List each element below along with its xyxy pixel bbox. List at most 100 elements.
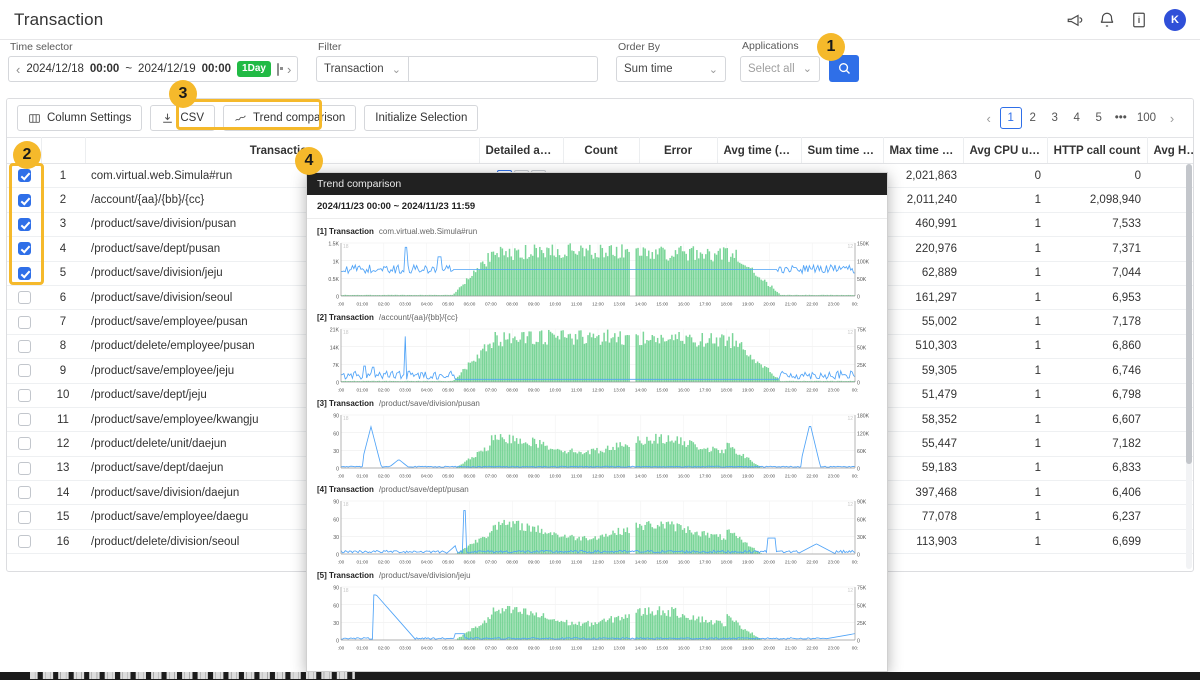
row-checkbox[interactable] [17, 461, 31, 475]
row-checkbox-cell[interactable] [7, 529, 41, 555]
order-by-select[interactable]: Sum time ⌄ [616, 56, 726, 82]
svg-text:1K: 1K [333, 259, 340, 265]
initialize-selection-button[interactable]: Initialize Selection [364, 105, 479, 131]
row-number: 13 [41, 456, 85, 482]
trend-chart-name: /product/save/dept/pusan [378, 485, 469, 494]
row-checkbox[interactable] [17, 242, 31, 256]
csv-button[interactable]: CSV [150, 105, 216, 131]
row-checkbox-cell[interactable] [7, 504, 41, 530]
svg-text:75K: 75K [857, 586, 867, 592]
row-checkbox-cell[interactable] [7, 261, 41, 286]
svg-text:90: 90 [333, 414, 339, 420]
row-number: 3 [41, 212, 85, 238]
header-avg-httl[interactable]: Avg HTTI [1147, 137, 1193, 164]
row-checkbox-cell[interactable] [7, 431, 41, 457]
row-checkbox[interactable] [17, 339, 31, 353]
avatar[interactable]: K [1164, 8, 1186, 31]
trend-comparison-button[interactable]: Trend comparison [223, 105, 357, 131]
calendar-icon[interactable] [276, 62, 283, 76]
header-transaction[interactable]: Transaction [85, 137, 480, 164]
svg-text:01:00: 01:00 [357, 302, 369, 307]
page-button-5[interactable]: 5 [1088, 107, 1110, 129]
row-checkbox-cell[interactable] [7, 456, 41, 482]
svg-text:12:00: 12:00 [592, 560, 604, 565]
header-sum-time[interactable]: Sum time (ms) [801, 137, 884, 164]
trend-chart-svg: 21K14K7K075K50K25K018 12:00 01:00 02:00 03:0… [315, 323, 881, 395]
filter-text-input[interactable] [408, 56, 598, 82]
column-settings-button[interactable]: Column Settings [17, 105, 143, 131]
row-checkbox[interactable] [17, 291, 31, 305]
table-scrollbar[interactable] [1186, 164, 1192, 569]
header-avg-time[interactable]: Avg time (ms) [717, 137, 802, 164]
row-avg-cpu-usage: 1 [963, 504, 1047, 530]
row-checkbox-cell[interactable] [7, 309, 41, 335]
time-selector[interactable]: ‹ 2024/12/18 00:00 ~ 2024/12/19 00:00 1D… [8, 56, 298, 82]
row-checkbox-cell[interactable] [7, 334, 41, 360]
page-button-3[interactable]: 3 [1044, 107, 1066, 129]
header-avg-cpu-usage[interactable]: Avg CPU usage [963, 137, 1048, 164]
row-checkbox-cell[interactable] [7, 285, 41, 311]
svg-text:18:00: 18:00 [721, 388, 733, 393]
page-next-button[interactable]: › [1161, 107, 1183, 129]
header-max-time[interactable]: Max time (ms) [883, 137, 964, 164]
header-detailed-analysis[interactable]: Detailed analys... [479, 137, 564, 164]
svg-text:16:00: 16:00 [678, 474, 690, 479]
page-button-2[interactable]: 2 [1022, 107, 1044, 129]
row-checkbox-cell[interactable] [7, 358, 41, 384]
header-count[interactable]: Count [563, 137, 640, 164]
svg-text::00: :00 [338, 302, 345, 307]
row-checkbox[interactable] [17, 510, 31, 524]
svg-text:23:00: 23:00 [828, 560, 840, 565]
svg-text:20:00: 20:00 [763, 388, 775, 393]
row-checkbox[interactable] [17, 364, 31, 378]
svg-text:60: 60 [333, 517, 339, 523]
svg-text:05:00: 05:00 [442, 302, 454, 307]
row-checkbox[interactable] [17, 315, 31, 329]
row-checkbox[interactable] [17, 388, 31, 402]
row-checkbox[interactable] [17, 169, 31, 183]
svg-text:15:00: 15:00 [656, 646, 668, 651]
row-checkbox[interactable] [17, 217, 31, 231]
row-checkbox-cell[interactable] [7, 212, 41, 238]
svg-text:18: 18 [343, 330, 349, 336]
bell-icon[interactable] [1098, 11, 1116, 29]
time-next-icon[interactable]: › [287, 63, 291, 76]
row-checkbox[interactable] [17, 486, 31, 500]
row-checkbox[interactable] [17, 266, 31, 280]
row-checkbox[interactable] [17, 193, 31, 207]
svg-text:12: 12 [847, 416, 853, 422]
page-prev-button[interactable]: ‹ [978, 107, 1000, 129]
time-prev-icon[interactable]: ‹ [16, 63, 20, 76]
svg-text:13:00: 13:00 [614, 646, 626, 651]
svg-text::00: :00 [338, 560, 345, 565]
row-http-call-count: 7,533 [1047, 212, 1147, 238]
row-checkbox[interactable] [17, 413, 31, 427]
row-avg-cpu-usage: 1 [963, 383, 1047, 408]
page-button-100[interactable]: 100 [1132, 107, 1161, 129]
transaction-page: Transaction K Time selector ‹ 2024/12/18… [0, 0, 1200, 680]
row-checkbox-cell[interactable] [7, 187, 41, 213]
row-checkbox-cell[interactable] [7, 480, 41, 506]
row-http-call-count: 6,953 [1047, 285, 1147, 311]
svg-text:19:00: 19:00 [742, 474, 754, 479]
row-checkbox-cell[interactable] [7, 383, 41, 408]
megaphone-icon[interactable] [1066, 11, 1084, 29]
applications-select[interactable]: Select all ⌄ [740, 55, 820, 82]
info-box-icon[interactable] [1130, 11, 1148, 29]
row-max-time: 220,976 [883, 236, 963, 262]
row-checkbox-cell[interactable] [7, 236, 41, 262]
header-http-call-count[interactable]: HTTP call count [1047, 137, 1148, 164]
page-button-4[interactable]: 4 [1066, 107, 1088, 129]
page-button-1[interactable]: 1 [999, 107, 1022, 129]
filter-type-select[interactable]: Transaction ⌄ [316, 56, 408, 82]
row-http-call-count: 6,699 [1047, 529, 1147, 555]
row-checkbox[interactable] [17, 535, 31, 549]
row-max-time: 77,078 [883, 504, 963, 530]
table-scrollbar-thumb[interactable] [1186, 164, 1192, 464]
svg-text:17:00: 17:00 [699, 646, 711, 651]
time-end-date: 2024/12/19 [138, 63, 196, 75]
header-error[interactable]: Error [639, 137, 718, 164]
trend-chart-block: [5] Transaction/product/save/division/je… [315, 571, 881, 653]
row-checkbox-cell[interactable] [7, 407, 41, 433]
row-checkbox[interactable] [17, 437, 31, 451]
